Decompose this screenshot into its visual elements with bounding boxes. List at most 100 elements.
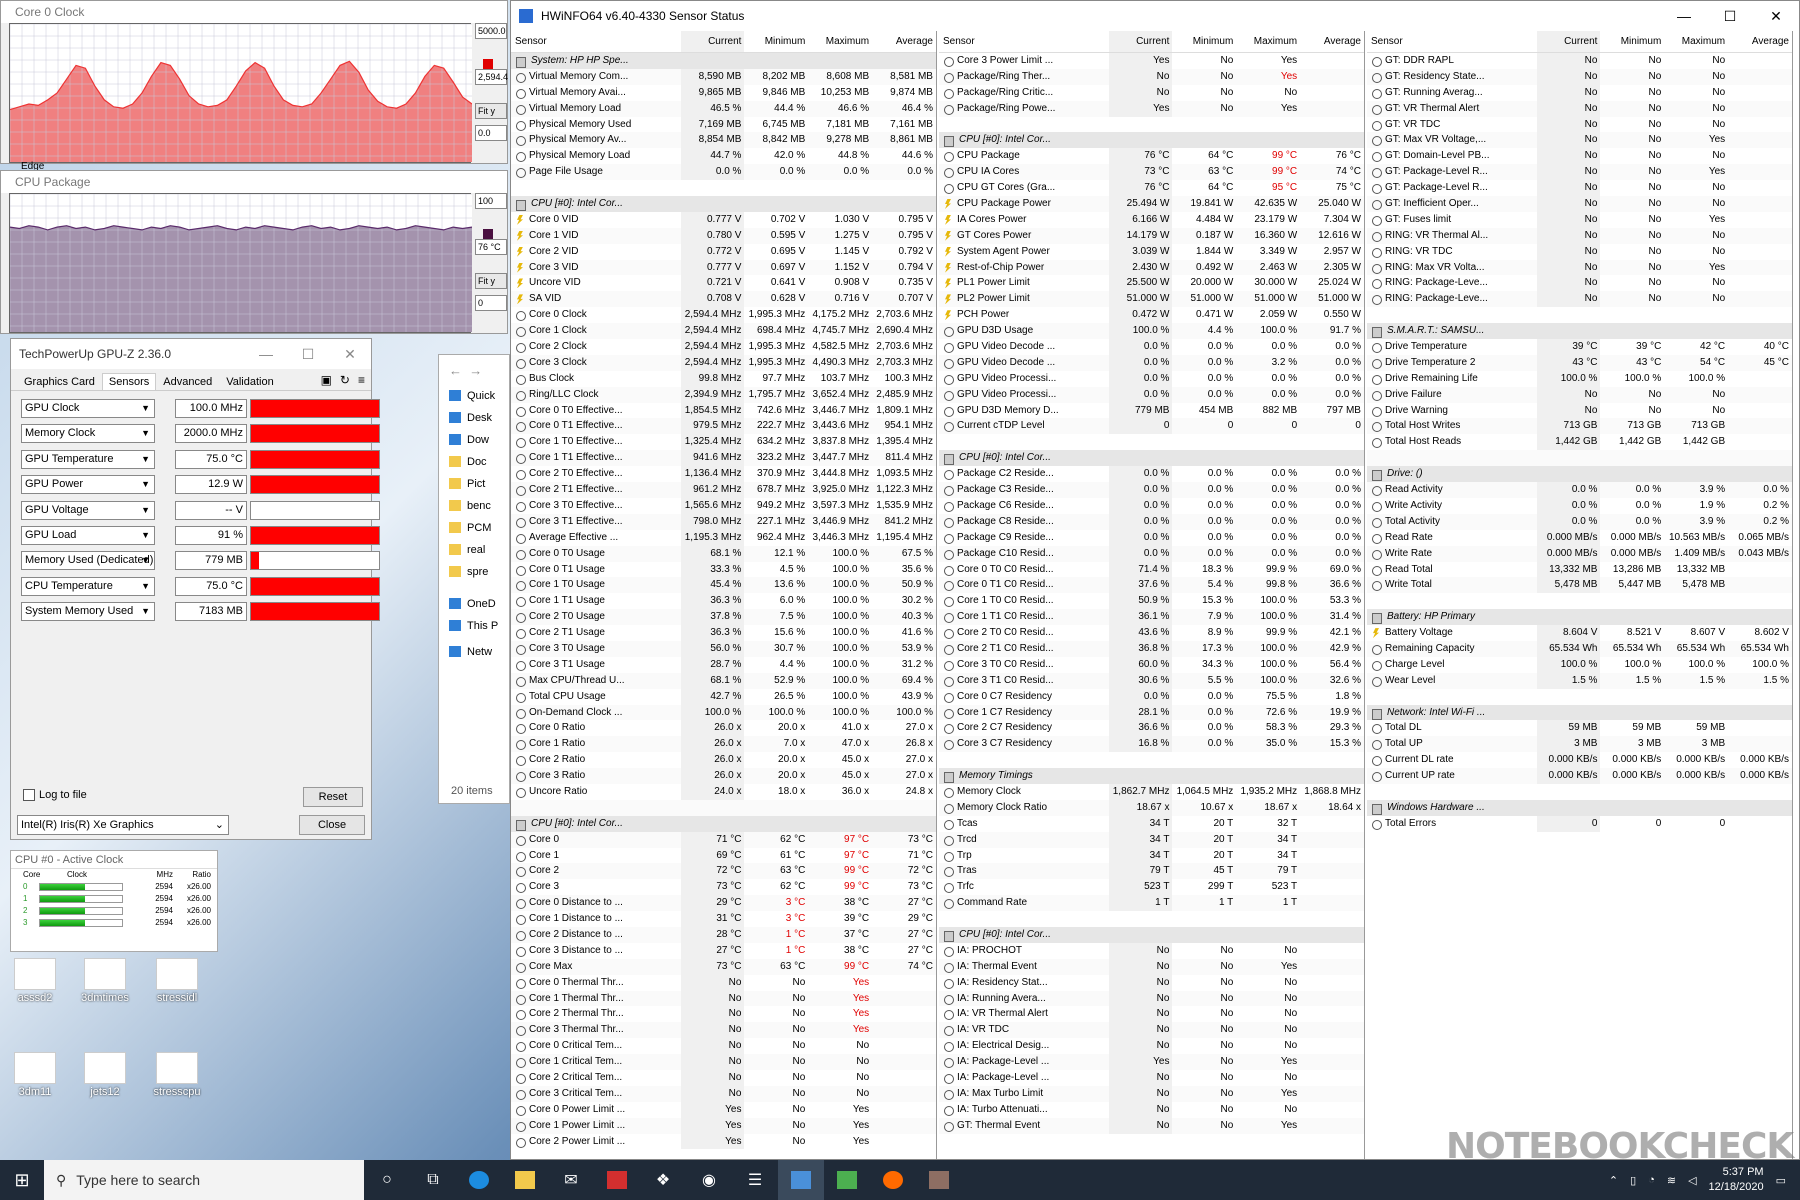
sensor-group-header[interactable]: CPU [#0]: Intel Cor... [511, 196, 936, 212]
sensor-row[interactable]: CPU GT Cores (Gra... 76 °C 64 °C 95 °C 75 °C [939, 180, 1364, 197]
menu-icon[interactable]: ≡ [358, 373, 365, 390]
nav-item[interactable]: OneD [439, 593, 509, 615]
sensor-group-header[interactable]: CPU [#0]: Intel Cor... [511, 815, 936, 832]
sensor-row[interactable]: Core 0 VID 0.777 V 0.702 V 1.030 V 0.795 V [511, 211, 936, 228]
nav-item[interactable]: Quick [439, 385, 509, 407]
sensor-name-select[interactable]: GPU Voltage ▼ [21, 500, 155, 520]
sensor-row[interactable]: GT: VR Thermal Alert No No No [1367, 100, 1792, 117]
graph-max-value[interactable]: 100 [475, 193, 507, 209]
clock[interactable]: 5:37 PM 12/18/2020 [1709, 1165, 1764, 1195]
sensor-row[interactable]: Core 0 Ratio 26.0 x 20.0 x 41.0 x 27.0 x [511, 720, 936, 737]
adapter-select[interactable]: Intel(R) Iris(R) Xe Graphics ⌄ [17, 815, 229, 835]
sensor-row[interactable]: Core 2 Thermal Thr... No No Yes [511, 1006, 936, 1023]
sensor-row[interactable]: Wear Level 1.5 % 1.5 % 1.5 % 1.5 % [1367, 672, 1792, 689]
sensor-row[interactable]: IA: Package-Level ... Yes No Yes [939, 1054, 1364, 1070]
sensor-row[interactable]: Core 1 Thermal Thr... No No Yes [511, 990, 936, 1007]
desktop-icon[interactable]: stressidl [142, 958, 212, 1004]
sensor-row[interactable]: Core 3 T0 Effective... 1,565.6 MHz 949.2 M… [511, 497, 936, 514]
sensor-row[interactable]: Core 3 VID 0.777 V 0.697 V 1.152 V 0.794 V [511, 259, 936, 276]
sensor-row[interactable]: Trcd 34 T 20 T 34 T [939, 831, 1364, 848]
sensor-row[interactable]: Core 1 T1 Usage 36.3 % 6.0 % 100.0 % 30.2 % [511, 593, 936, 610]
sensor-row[interactable]: RING: VR TDC No No No [1367, 243, 1792, 260]
tab-sensors[interactable]: Sensors [101, 373, 157, 390]
sensor-row[interactable]: GT: Fuses limit No No Yes [1367, 211, 1792, 228]
hwinfo-taskbar-icon[interactable] [778, 1160, 824, 1200]
sensor-row[interactable]: Core 2 VID 0.772 V 0.695 V 1.145 V 0.792 V [511, 243, 936, 260]
sensor-row[interactable]: RING: VR Thermal Al... No No No [1367, 227, 1792, 244]
tab-advanced[interactable]: Advanced [156, 373, 219, 390]
sensor-row[interactable]: Drive Temperature 2 43 °C 43 °C 54 °C 45 °C [1367, 354, 1792, 371]
header-minimum[interactable]: Minimum [744, 31, 808, 52]
sensor-row[interactable]: Physical Memory Av... 8,854 MB 8,842 MB 9,2… [511, 132, 936, 149]
sensor-row[interactable]: GT: VR TDC No No No [1367, 116, 1792, 133]
sensor-row[interactable]: Physical Memory Load 44.7 % 42.0 % 44.8 % 44… [511, 148, 936, 165]
gpuz-taskbar-icon[interactable] [824, 1160, 870, 1200]
app-circle-icon[interactable]: ◉ [686, 1160, 732, 1200]
fit-y-button[interactable]: Fit y [475, 273, 507, 289]
sensor-row[interactable]: IA: Max Turbo Limit No No Yes [939, 1085, 1364, 1102]
sensor-row[interactable]: Core 0 Clock 2,594.4 MHz 1,995.3 MHz 4,175.… [511, 307, 936, 324]
sensor-row[interactable]: Core 3 T1 Usage 28.7 % 4.4 % 100.0 % 31.2 % [511, 656, 936, 673]
maximize-icon[interactable]: ☐ [287, 346, 329, 363]
sensor-name-select[interactable]: Memory Used (Dedicated) ▼ [21, 551, 155, 571]
close-button[interactable]: Close [299, 815, 365, 835]
sensor-row[interactable]: Uncore Ratio 24.0 x 18.0 x 36.0 x 24.8 x [511, 783, 936, 800]
nav-item[interactable]: Doc [439, 451, 509, 473]
sensor-row[interactable]: Package C8 Reside... 0.0 % 0.0 % 0.0 % 0.0 % [939, 513, 1364, 530]
sensor-row[interactable]: Drive Failure No No No [1367, 386, 1792, 403]
hwinfo-titlebar[interactable]: HWiNFO64 v6.40-4330 Sensor Status — ☐ ✕ [511, 1, 1799, 31]
sensor-row[interactable]: IA: PROCHOT No No No [939, 942, 1364, 959]
file-explorer-icon[interactable] [502, 1160, 548, 1200]
log-checkbox[interactable] [23, 789, 35, 801]
sensor-row[interactable]: Memory Clock Ratio 18.67 x 10.67 x 18.67 x1… [939, 799, 1364, 816]
sensor-row[interactable]: RING: Max VR Volta... No No Yes [1367, 259, 1792, 276]
nav-item[interactable]: Netw [439, 641, 509, 663]
sensor-row[interactable]: Core 0 Thermal Thr... No No Yes [511, 974, 936, 991]
dropbox-icon[interactable]: ❖ [640, 1160, 686, 1200]
sensor-row[interactable]: Package C10 Resid... 0.0 % 0.0 % 0.0 % 0.0 % [939, 545, 1364, 562]
sensor-group-header[interactable]: Windows Hardware ... [1367, 799, 1792, 816]
sensor-row[interactable]: Battery Voltage 8.604 V 8.521 V 8.607 V 8.60… [1367, 625, 1792, 641]
desktop-icon[interactable]: 3dmtimes [70, 958, 140, 1004]
forward-icon[interactable]: → [469, 363, 482, 378]
sensor-row[interactable]: IA: Residency Stat... No No No [939, 974, 1364, 991]
sensor-row[interactable]: Core 1 T0 Usage 45.4 % 13.6 % 100.0 % 50.9 % [511, 577, 936, 594]
close-icon[interactable]: ✕ [329, 346, 371, 363]
sensor-row[interactable]: CPU Package 76 °C 64 °C 99 °C 76 °C [939, 148, 1364, 165]
sensor-row[interactable]: Core 1 Distance to ... 31 °C 3 °C 39 °C 29 °… [511, 911, 936, 927]
sensor-row[interactable]: Core 1 T1 Effective... 941.6 MHz 323.2 MHz… [511, 450, 936, 467]
prime95-icon[interactable] [916, 1160, 962, 1200]
sensor-row[interactable]: GT: DDR RAPL No No No [1367, 53, 1792, 69]
gpuz-titlebar[interactable]: TechPowerUp GPU-Z 2.36.0 — ☐ ✕ [11, 339, 371, 369]
sensor-row[interactable]: Core 2 Power Limit ... Yes No Yes [511, 1133, 936, 1150]
sensor-row[interactable]: Core 2 T1 C0 Resid... 36.8 % 17.3 % 100.0 %… [939, 640, 1364, 657]
sensor-row[interactable]: Package C3 Reside... 0.0 % 0.0 % 0.0 % 0.0 % [939, 482, 1364, 498]
sensor-row[interactable]: IA: Turbo Attenuati... No No No [939, 1101, 1364, 1118]
fit-y-button[interactable]: Fit y [475, 103, 507, 119]
back-icon[interactable]: ← [449, 363, 462, 378]
sensor-row[interactable]: Core 1 Critical Tem... No No No [511, 1054, 936, 1070]
sensor-row[interactable]: Physical Memory Used 7,169 MB 6,745 MB 7,18… [511, 116, 936, 133]
sensor-row[interactable]: PL2 Power Limit 51.000 W 51.000 W 51.000 W5… [939, 291, 1364, 308]
sensor-row[interactable]: Core 0 Critical Tem... No No No [511, 1038, 936, 1055]
nav-item[interactable]: PCM [439, 517, 509, 539]
sensor-name-select[interactable]: System Memory Used ▼ [21, 602, 155, 622]
sensor-row[interactable]: IA: Thermal Event No No Yes [939, 958, 1364, 975]
sensor-row[interactable]: Write Rate 0.000 MB/s 0.000 MB/s 1.409 MB/s… [1367, 545, 1792, 562]
desktop-icon[interactable]: asssd2 [0, 958, 70, 1004]
sensor-group-header[interactable]: Drive: () [1367, 466, 1792, 483]
sensor-group-header[interactable]: CPU [#0]: Intel Cor... [939, 450, 1364, 467]
sensor-row[interactable]: Core 2 Distance to ... 28 °C 1 °C 37 °C 27 °… [511, 926, 936, 943]
header-maximum[interactable]: Maximum [1236, 31, 1300, 52]
sensor-row[interactable]: Drive Warning No No No [1367, 402, 1792, 419]
sensor-row[interactable]: Write Total 5,478 MB 5,447 MB 5,478 MB [1367, 577, 1792, 594]
desktop-icon[interactable]: 3dm11 [0, 1052, 70, 1098]
sensor-row[interactable]: GT: Package-Level R... No No No [1367, 180, 1792, 197]
sensor-row[interactable]: Package/Ring Ther... No No Yes [939, 68, 1364, 85]
close-icon[interactable]: ✕ [1753, 8, 1799, 25]
refresh-icon[interactable]: ↻ [340, 373, 350, 390]
sensor-row[interactable]: Core 0 Power Limit ... Yes No Yes [511, 1101, 936, 1118]
sensor-name-select[interactable]: CPU Temperature ▼ [21, 576, 155, 596]
sensor-row[interactable]: Core 1 Clock 2,594.4 MHz 698.4 MHz 4,745.7 … [511, 323, 936, 340]
sensor-row[interactable]: Bus Clock 99.8 MHz 97.7 MHz 103.7 MHz 100.3 … [511, 370, 936, 387]
